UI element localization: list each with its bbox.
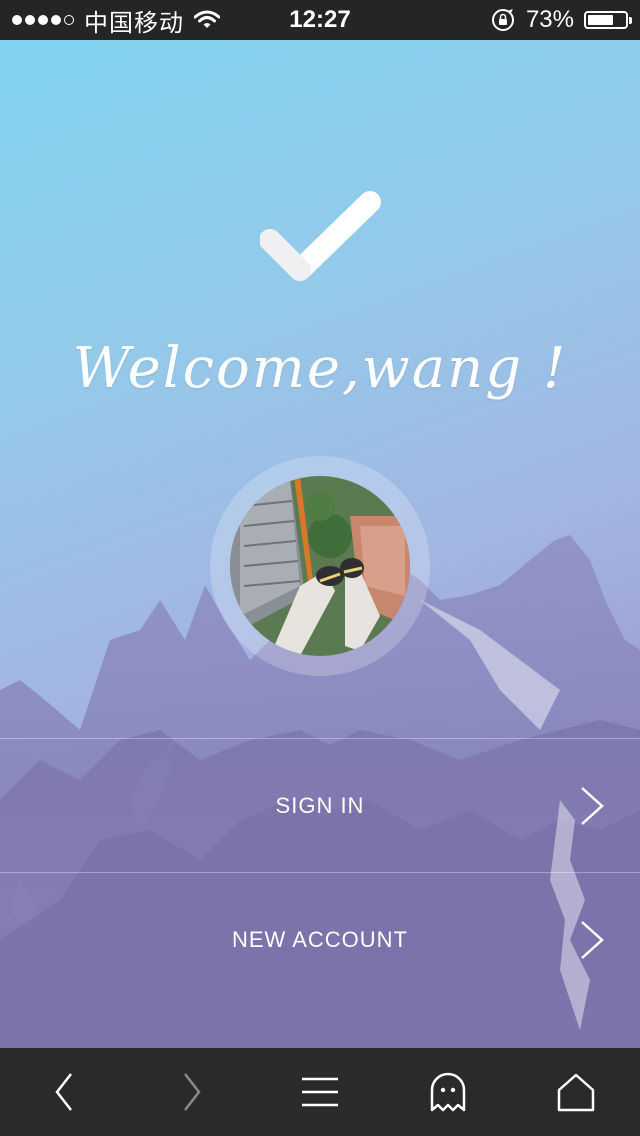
menu-button[interactable]	[280, 1048, 360, 1136]
back-button[interactable]	[24, 1048, 104, 1136]
new-account-button[interactable]: NEW ACCOUNT	[0, 872, 640, 1007]
battery-percent: 73%	[525, 6, 574, 33]
status-bar: 中国移动 12:27 73%	[0, 0, 640, 40]
new-account-label: NEW ACCOUNT	[232, 927, 408, 952]
checkmark-icon	[259, 190, 384, 290]
welcome-heading: Welcome,wang !	[72, 336, 568, 401]
forward-icon	[184, 1073, 201, 1111]
orientation-lock-icon	[491, 9, 514, 31]
forward-button[interactable]	[152, 1048, 232, 1136]
background: Welcome,wang ! SIGN IN NEW ACCOUNT	[0, 40, 640, 1048]
battery-icon	[584, 11, 632, 29]
avatar[interactable]	[230, 476, 410, 656]
avatar-ring	[210, 456, 430, 676]
ghost-button[interactable]	[408, 1048, 488, 1136]
ghost-icon	[430, 1072, 466, 1112]
status-right: 73%	[490, 0, 632, 40]
menu-icon	[302, 1077, 338, 1107]
browser-toolbar	[0, 1048, 640, 1136]
sign-in-button[interactable]: SIGN IN	[0, 738, 640, 873]
avatar-photo	[230, 476, 410, 656]
chevron-right-icon	[581, 787, 604, 825]
home-icon	[557, 1073, 595, 1112]
screen: 中国移动 12:27 73% Welcome,wang ! SIGN IN NE…	[0, 0, 640, 1136]
back-icon	[55, 1073, 72, 1111]
chevron-right-icon	[581, 921, 604, 959]
sign-in-label: SIGN IN	[275, 793, 365, 818]
home-button[interactable]	[536, 1048, 616, 1136]
